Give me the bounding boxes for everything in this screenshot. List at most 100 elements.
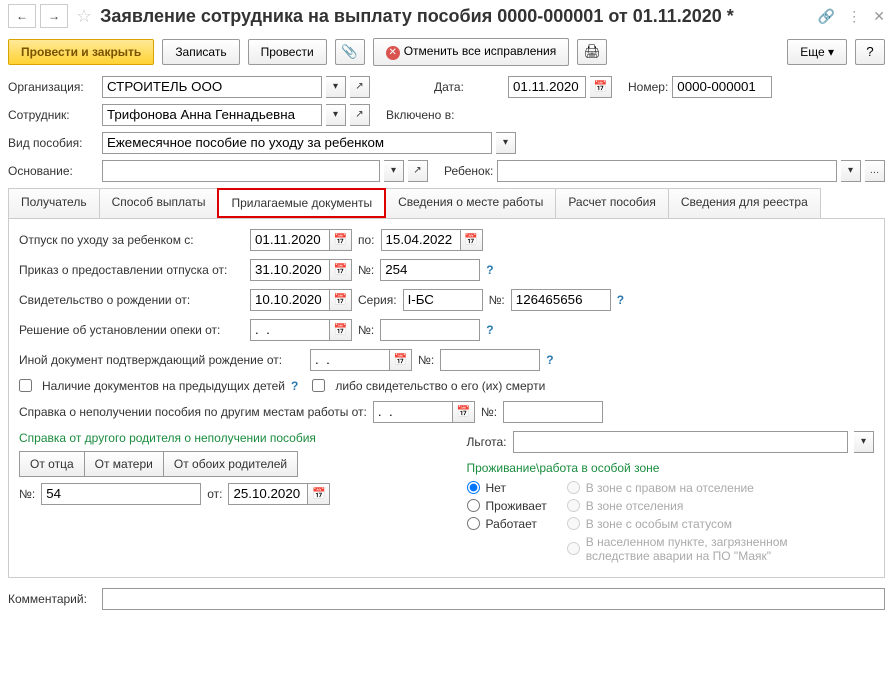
benefit-type-dropdown-button[interactable]: ▾ — [496, 132, 516, 154]
other-doc-help-icon[interactable]: ? — [546, 353, 553, 367]
birth-cert-cal-button[interactable]: 📅 — [330, 289, 352, 311]
other-doc-cal-button[interactable]: 📅 — [390, 349, 412, 371]
nav-back-button[interactable]: ← — [8, 4, 36, 28]
window-title: Заявление сотрудника на выплату пособия … — [100, 6, 806, 27]
employee-open-button[interactable]: ↗ — [350, 104, 370, 126]
menu-dots-icon[interactable]: ⋮ — [847, 8, 861, 25]
birth-cert-label: Свидетельство о рождении от: — [19, 293, 244, 307]
guardian-help-icon[interactable]: ? — [486, 323, 493, 337]
ref-cal-button[interactable]: 📅 — [308, 483, 330, 505]
org-open-button[interactable]: ↗ — [350, 76, 370, 98]
date-label: Дата: — [434, 80, 504, 94]
number-label: Номер: — [628, 80, 668, 94]
prev-children-help-icon[interactable]: ? — [291, 379, 298, 393]
number-input[interactable] — [672, 76, 772, 98]
from-both-button[interactable]: От обоих родителей — [164, 451, 298, 477]
post-and-close-button[interactable]: Провести и закрыть — [8, 39, 154, 65]
ref-no-label: №: — [19, 487, 35, 501]
guardian-no-input[interactable] — [380, 319, 480, 341]
privilege-input[interactable] — [513, 431, 848, 453]
from-mother-button[interactable]: От матери — [85, 451, 164, 477]
tab-benefit-calc[interactable]: Расчет пособия — [555, 188, 669, 218]
guardian-cal-button[interactable]: 📅 — [330, 319, 352, 341]
order-cal-button[interactable]: 📅 — [330, 259, 352, 281]
employee-input[interactable] — [102, 104, 322, 126]
post-button[interactable]: Провести — [248, 39, 327, 65]
basis-open-button[interactable]: ↗ — [408, 160, 428, 182]
zone-relocation-radio — [567, 481, 580, 494]
zone-special-radio — [567, 517, 580, 530]
no-benefit-cal-button[interactable]: 📅 — [453, 401, 475, 423]
leave-from-label: Отпуск по уходу за ребенком с: — [19, 233, 244, 247]
link-icon[interactable]: 🔗 — [818, 8, 835, 25]
employee-label: Сотрудник: — [8, 108, 98, 122]
order-date-input[interactable] — [250, 259, 330, 281]
favorite-star-icon[interactable]: ☆ — [76, 6, 92, 27]
leave-from-cal-button[interactable]: 📅 — [330, 229, 352, 251]
prev-children-checkbox[interactable] — [19, 379, 32, 392]
ref-date-input[interactable] — [228, 483, 308, 505]
nav-forward-button[interactable]: → — [40, 4, 68, 28]
other-parent-cert-link[interactable]: Справка от другого родителя о неполучени… — [19, 431, 427, 445]
print-button[interactable]: 🖨 — [577, 39, 607, 65]
other-doc-no-input[interactable] — [440, 349, 540, 371]
zone-lives-radio[interactable] — [467, 499, 480, 512]
ref-from-label: от: — [207, 487, 222, 501]
child-dropdown-button[interactable]: ▾ — [841, 160, 861, 182]
guardian-date-input[interactable] — [250, 319, 330, 341]
to-label: по: — [358, 233, 375, 247]
more-button[interactable]: Еще ▾ — [787, 39, 847, 65]
org-label: Организация: — [8, 80, 98, 94]
other-doc-date-input[interactable] — [310, 349, 390, 371]
zone-section-title: Проживание\работа в особой зоне — [467, 461, 875, 475]
basis-dropdown-button[interactable]: ▾ — [384, 160, 404, 182]
privilege-dropdown-button[interactable]: ▾ — [854, 431, 874, 453]
org-dropdown-button[interactable]: ▾ — [326, 76, 346, 98]
benefit-type-input[interactable] — [102, 132, 492, 154]
zone-works-radio[interactable] — [467, 517, 480, 530]
org-input[interactable] — [102, 76, 322, 98]
comment-input[interactable] — [102, 588, 885, 610]
attachment-button[interactable]: 📎 — [335, 39, 365, 65]
child-input[interactable] — [497, 160, 837, 182]
tab-registry-info[interactable]: Сведения для реестра — [668, 188, 821, 218]
help-button[interactable]: ? — [855, 39, 885, 65]
prev-children-label: Наличие документов на предыдущих детей — [42, 379, 285, 393]
ref-no-input[interactable] — [41, 483, 201, 505]
birth-cert-help-icon[interactable]: ? — [617, 293, 624, 307]
birth-cert-no-label: №: — [489, 293, 505, 307]
tab-payment-method[interactable]: Способ выплаты — [99, 188, 219, 218]
tab-attached-documents[interactable]: Прилагаемые документы — [217, 188, 386, 218]
series-input[interactable] — [403, 289, 483, 311]
no-benefit-no-label: №: — [481, 405, 497, 419]
zone-mayak-radio — [567, 542, 580, 555]
benefit-type-label: Вид пособия: — [8, 136, 98, 150]
birth-cert-no-input[interactable] — [511, 289, 611, 311]
cancel-corrections-button[interactable]: ✕Отменить все исправления — [373, 38, 570, 66]
birth-cert-date-input[interactable] — [250, 289, 330, 311]
basis-input[interactable] — [102, 160, 380, 182]
leave-to-cal-button[interactable]: 📅 — [461, 229, 483, 251]
tab-work-info[interactable]: Сведения о месте работы — [385, 188, 556, 218]
child-clear-button[interactable]: … — [865, 160, 885, 182]
date-input[interactable] — [508, 76, 586, 98]
guardian-no-label: №: — [358, 323, 374, 337]
leave-from-input[interactable] — [250, 229, 330, 251]
tab-recipient[interactable]: Получатель — [8, 188, 100, 218]
death-cert-checkbox[interactable] — [312, 379, 325, 392]
leave-to-input[interactable] — [381, 229, 461, 251]
order-help-icon[interactable]: ? — [486, 263, 493, 277]
from-father-button[interactable]: От отца — [19, 451, 85, 477]
basis-label: Основание: — [8, 164, 98, 178]
write-button[interactable]: Записать — [162, 39, 239, 65]
no-benefit-no-input[interactable] — [503, 401, 603, 423]
order-no-input[interactable] — [380, 259, 480, 281]
no-benefit-date-input[interactable] — [373, 401, 453, 423]
order-label: Приказ о предоставлении отпуска от: — [19, 263, 244, 277]
zone-none-radio[interactable] — [467, 481, 480, 494]
date-calendar-button[interactable]: 📅 — [590, 76, 612, 98]
guardian-label: Решение об установлении опеки от: — [19, 323, 244, 337]
close-icon[interactable]: ✕ — [873, 8, 885, 25]
employee-dropdown-button[interactable]: ▾ — [326, 104, 346, 126]
cancel-icon: ✕ — [386, 46, 400, 60]
